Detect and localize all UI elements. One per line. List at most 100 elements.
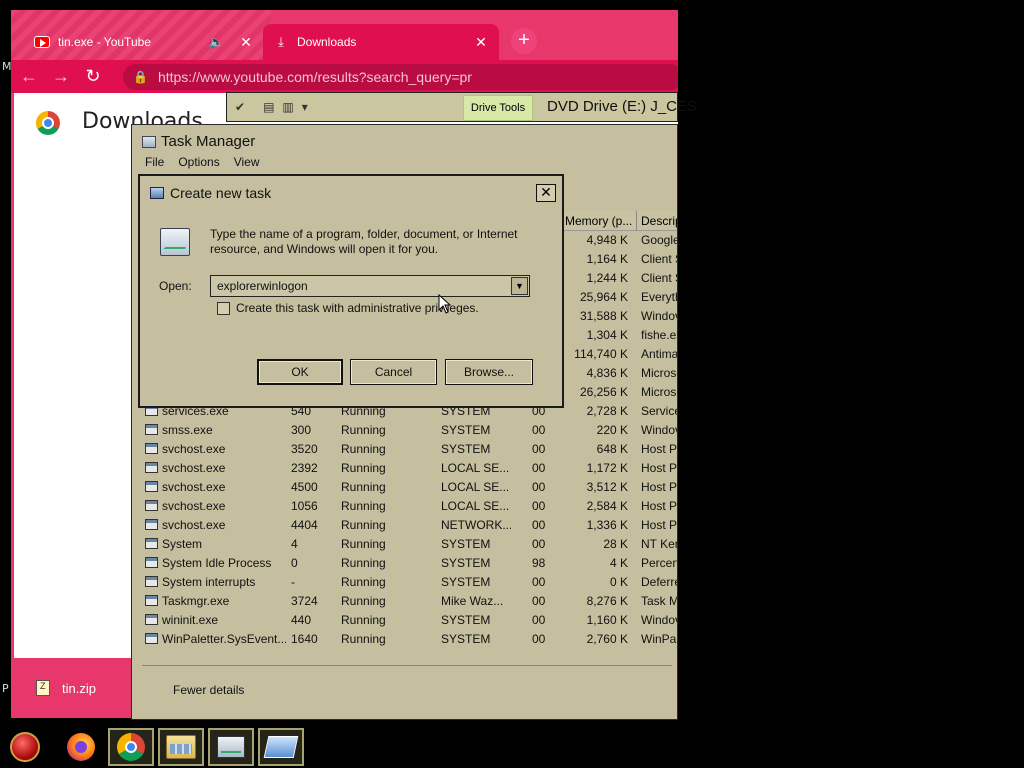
download-shelf-item[interactable]: tin.zip bbox=[14, 658, 144, 718]
task-icon bbox=[160, 228, 190, 256]
menu-file[interactable]: File bbox=[145, 155, 164, 169]
run-icon bbox=[150, 187, 164, 199]
cell-memory: 4,948 K bbox=[586, 233, 628, 247]
back-icon[interactable]: ← bbox=[15, 66, 43, 87]
cell-user: SYSTEM bbox=[441, 442, 491, 456]
table-row[interactable]: svchost.exe 3520 Running SYSTEM 00 648 K Host … bbox=[132, 440, 677, 459]
cell-memory: 220 K bbox=[596, 423, 628, 437]
cell-pid: 1056 bbox=[291, 499, 318, 513]
reload-icon[interactable]: ↻ bbox=[79, 66, 107, 87]
taskbar-chrome[interactable] bbox=[108, 728, 154, 766]
cell-user: LOCAL SE... bbox=[441, 499, 510, 513]
fewer-details-link[interactable]: Fewer details bbox=[173, 683, 244, 697]
table-row[interactable]: svchost.exe 2392 Running LOCAL SE... 00 1,172… bbox=[132, 459, 677, 478]
window-title: Task Manager bbox=[142, 133, 255, 150]
ok-button[interactable]: OK bbox=[257, 359, 343, 385]
taskbar-file-explorer[interactable] bbox=[158, 728, 204, 766]
tab-youtube[interactable]: tin.exe - YouTube 🔈 ✕ bbox=[24, 24, 264, 60]
table-row[interactable]: smss.exe 300 Running SYSTEM 00 220 K Windov bbox=[132, 421, 677, 440]
cell-cpu: 00 bbox=[532, 537, 546, 551]
explorer-ribbon: ✔ ▤ ▥ ▾ Drive Tools DVD Drive (E:) J_CES bbox=[226, 92, 697, 122]
cell-description: Client S bbox=[641, 252, 677, 266]
cell-name: svchost.exe bbox=[162, 461, 226, 475]
folder-icon bbox=[166, 735, 196, 759]
cell-name: svchost.exe bbox=[162, 480, 226, 494]
column-description[interactable]: Descrip bbox=[636, 211, 677, 231]
cell-description: Windov bbox=[641, 309, 678, 323]
cell-pid: 4404 bbox=[291, 518, 318, 532]
close-button[interactable]: ✕ bbox=[536, 184, 556, 202]
forward-icon[interactable]: → bbox=[47, 66, 75, 87]
address-bar[interactable]: 🔒 https://www.youtube.com /results?searc… bbox=[123, 64, 678, 90]
cell-description: Percent bbox=[641, 556, 677, 570]
close-icon[interactable]: ✕ bbox=[473, 34, 489, 51]
cell-description: NT Kern bbox=[641, 537, 677, 551]
table-row[interactable]: WinPaletter.SysEvent... 1640 Running SYSTEM… bbox=[132, 630, 678, 649]
process-icon bbox=[145, 519, 158, 530]
cell-memory: 4 K bbox=[609, 556, 628, 570]
new-tab-button[interactable]: + bbox=[511, 28, 537, 54]
cell-pid: 300 bbox=[291, 423, 312, 437]
start-button[interactable] bbox=[2, 728, 48, 766]
process-icon bbox=[145, 595, 158, 606]
cell-pid: 3520 bbox=[291, 442, 318, 456]
table-row[interactable]: svchost.exe 1056 Running LOCAL SE... 00 2,584… bbox=[132, 497, 677, 516]
cell-memory: 31,588 K bbox=[579, 309, 628, 323]
process-icon bbox=[145, 538, 158, 549]
chevron-down-icon[interactable]: ▾ bbox=[302, 100, 308, 114]
column-memory[interactable]: Memory (p... bbox=[560, 211, 636, 231]
table-row[interactable]: svchost.exe 4500 Running LOCAL SE... 00 3,512… bbox=[132, 478, 677, 497]
cell-status: Running bbox=[341, 423, 386, 437]
cell-status: Running bbox=[341, 461, 386, 475]
table-row[interactable]: wininit.exe 440 Running SYSTEM 00 1,160 K Wind… bbox=[132, 611, 677, 630]
cell-name: System bbox=[162, 537, 203, 551]
process-icon bbox=[145, 500, 158, 511]
table-row[interactable]: System interrupts - Running SYSTEM 00 0 K Defe… bbox=[132, 573, 677, 592]
open-input[interactable] bbox=[211, 276, 509, 296]
cell-memory: 2,584 K bbox=[586, 499, 628, 513]
cell-pid: - bbox=[291, 575, 295, 589]
url-path: /results?search_query=pr bbox=[313, 69, 472, 85]
table-row[interactable]: svchost.exe 4404 Running NETWORK... 00 1,336 … bbox=[132, 516, 677, 535]
table-row[interactable]: Taskmgr.exe 3724 Running Mike Waz... 00 8,276… bbox=[132, 592, 677, 611]
cell-memory: 2,728 K bbox=[586, 404, 628, 418]
cell-user: SYSTEM bbox=[441, 613, 491, 627]
cell-description: WinPal bbox=[641, 632, 678, 646]
cell-description: Microsc bbox=[641, 385, 677, 399]
cell-memory: 26,256 K bbox=[579, 385, 628, 399]
admin-checkbox[interactable] bbox=[217, 302, 230, 315]
chevron-down-icon[interactable]: ▼ bbox=[511, 277, 528, 295]
cell-status: Running bbox=[341, 518, 386, 532]
menu-view[interactable]: View bbox=[234, 155, 260, 169]
cancel-button[interactable]: Cancel bbox=[350, 359, 437, 385]
taskbar-task-manager[interactable] bbox=[208, 728, 254, 766]
taskbar-firefox[interactable] bbox=[58, 728, 104, 766]
open-combobox[interactable]: ▼ bbox=[210, 275, 530, 297]
taskbar-run[interactable] bbox=[258, 728, 304, 766]
process-icon bbox=[145, 576, 158, 587]
tab-downloads[interactable]: ⤓ Downloads ✕ bbox=[263, 24, 499, 60]
table-row[interactable]: System Idle Process 0 Running SYSTEM 98 4 K Pe… bbox=[132, 554, 677, 573]
quick-access-icon[interactable]: ✔ bbox=[235, 100, 245, 114]
cell-description: Google bbox=[641, 233, 678, 247]
menu-options[interactable]: Options bbox=[178, 155, 219, 169]
cell-cpu: 98 bbox=[532, 556, 546, 570]
speaker-icon[interactable]: 🔈 bbox=[209, 35, 224, 49]
cell-cpu: 00 bbox=[532, 480, 546, 494]
explorer-title: DVD Drive (E:) J_CES bbox=[547, 98, 698, 115]
new-folder-icon[interactable]: ▥ bbox=[282, 100, 293, 114]
cell-user: SYSTEM bbox=[441, 632, 491, 646]
cell-memory: 28 K bbox=[603, 537, 628, 551]
browse-button[interactable]: Browse... bbox=[445, 359, 533, 385]
process-icon bbox=[145, 424, 158, 435]
chrome-icon bbox=[117, 733, 145, 761]
cell-user: SYSTEM bbox=[441, 423, 491, 437]
cell-status: Running bbox=[341, 594, 386, 608]
properties-icon[interactable]: ▤ bbox=[263, 100, 274, 114]
table-row[interactable]: System 4 Running SYSTEM 00 28 K NT Kern bbox=[132, 535, 677, 554]
cell-memory: 2,760 K bbox=[586, 632, 628, 646]
drive-tools-tab[interactable]: Drive Tools bbox=[463, 95, 533, 121]
cell-description: Client S bbox=[641, 271, 677, 285]
cell-memory: 1,336 K bbox=[586, 518, 628, 532]
close-icon[interactable]: ✕ bbox=[238, 34, 254, 51]
